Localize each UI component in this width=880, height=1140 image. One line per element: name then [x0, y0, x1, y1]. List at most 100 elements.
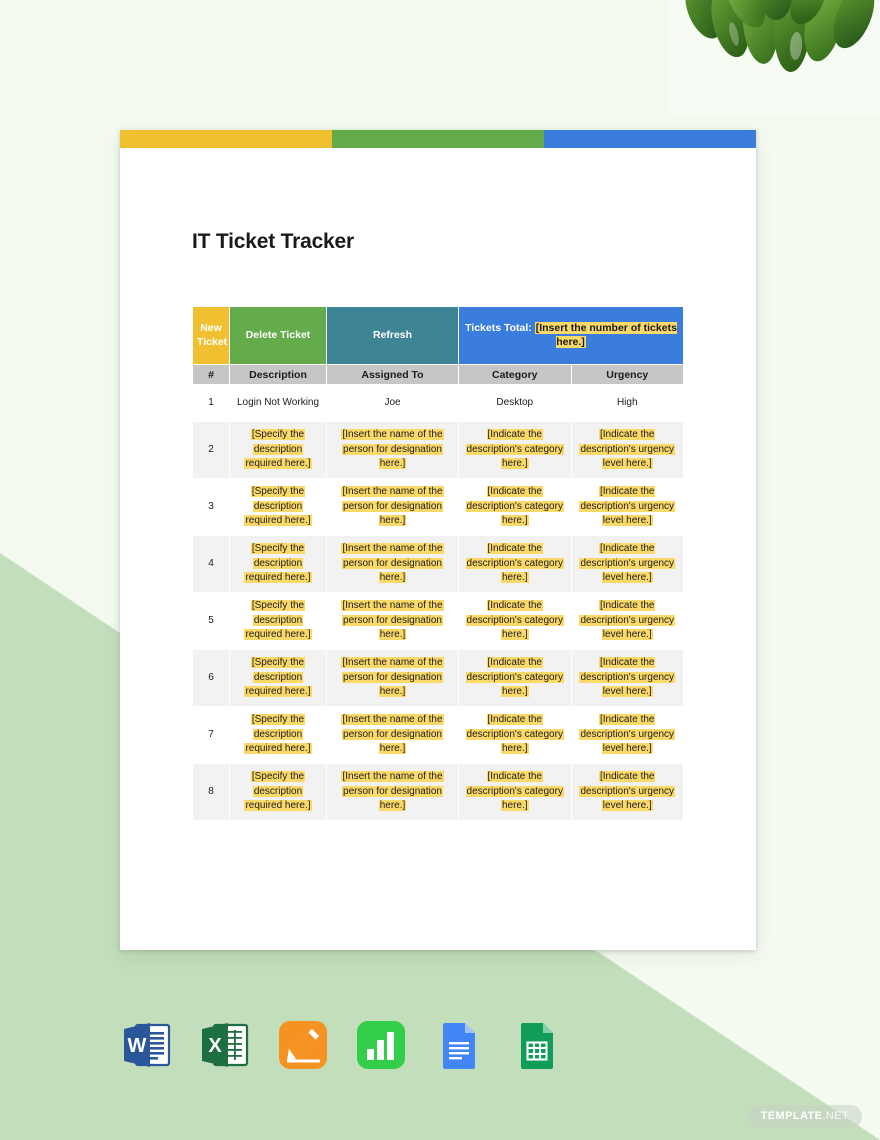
table-row[interactable]: 8 [Specify the description required here.…: [192, 763, 684, 821]
placeholder-text: [Insert the name of the person for desig…: [341, 600, 444, 641]
cell-urgency[interactable]: [Indicate the description's urgency leve…: [570, 649, 684, 707]
placeholder-text: [Specify the description required here.]: [244, 600, 312, 641]
cell-category[interactable]: [Indicate the description's category her…: [458, 592, 572, 650]
placeholder-text: [Indicate the description's urgency leve…: [579, 543, 676, 584]
placeholder-text: [Indicate the description's urgency leve…: [579, 429, 676, 470]
color-bar-yellow: [120, 130, 332, 148]
microsoft-word-icon[interactable]: W: [120, 1018, 174, 1072]
placeholder-text: [Insert the name of the person for desig…: [341, 429, 444, 470]
column-header-urgency: Urgency: [570, 364, 684, 385]
placeholder-text: [Indicate the description's category her…: [465, 657, 564, 698]
document-page: IT Ticket Tracker New Ticket Delete Tick…: [120, 130, 756, 950]
table-row[interactable]: 2 [Specify the description required here.…: [192, 421, 684, 479]
color-bar-green: [332, 130, 544, 148]
cell-category[interactable]: [Indicate the description's category her…: [458, 706, 572, 764]
placeholder-text: [Indicate the description's category her…: [465, 771, 564, 812]
cell-urgency[interactable]: [Indicate the description's urgency leve…: [570, 763, 684, 821]
cell-category[interactable]: [Indicate the description's category her…: [458, 478, 572, 536]
cell-urgency[interactable]: [Indicate the description's urgency leve…: [570, 706, 684, 764]
svg-text:W: W: [128, 1035, 147, 1057]
tickets-total-value[interactable]: [Insert the number of tickets here.]: [534, 322, 677, 348]
apple-pages-icon[interactable]: [276, 1018, 330, 1072]
svg-text:X: X: [208, 1035, 222, 1057]
column-header-description: Description: [229, 364, 327, 385]
watermark-brand: TEMPLATE: [760, 1110, 823, 1122]
placeholder-text: [Specify the description required here.]: [244, 543, 312, 584]
placeholder-text: [Indicate the description's urgency leve…: [579, 486, 676, 527]
cell-category[interactable]: [Indicate the description's category her…: [458, 421, 572, 479]
cell-assigned-to[interactable]: [Insert the name of the person for desig…: [326, 592, 459, 650]
cell-assigned-to[interactable]: [Insert the name of the person for desig…: [326, 763, 459, 821]
table-row[interactable]: 5 [Specify the description required here.…: [192, 592, 684, 650]
cell-assigned-to[interactable]: Joe: [326, 384, 459, 422]
cell-assigned-to[interactable]: [Insert the name of the person for desig…: [326, 535, 459, 593]
placeholder-text: [Insert the name of the person for desig…: [341, 486, 444, 527]
table-row[interactable]: 6 [Specify the description required here.…: [192, 649, 684, 707]
placeholder-text: [Specify the description required here.]: [244, 429, 312, 470]
cell-description[interactable]: [Specify the description required here.]: [229, 478, 327, 536]
cell-category[interactable]: Desktop: [458, 384, 572, 422]
placeholder-text: [Insert the name of the person for desig…: [341, 714, 444, 755]
cell-ticket-number[interactable]: 8: [192, 763, 230, 821]
cell-description[interactable]: [Specify the description required here.]: [229, 535, 327, 593]
cell-assigned-to[interactable]: [Insert the name of the person for desig…: [326, 421, 459, 479]
watermark-tld: .NET: [822, 1110, 849, 1122]
ticket-tracker-table: New Ticket Delete Ticket Refresh Tickets…: [192, 306, 684, 821]
column-header-assigned-to: Assigned To: [326, 364, 459, 385]
cell-category[interactable]: [Indicate the description's category her…: [458, 535, 572, 593]
placeholder-text: [Indicate the description's category her…: [465, 543, 564, 584]
cell-description[interactable]: [Specify the description required here.]: [229, 706, 327, 764]
color-bar-blue: [544, 130, 756, 148]
cell-category[interactable]: [Indicate the description's category her…: [458, 649, 572, 707]
action-toolbar-row: New Ticket Delete Ticket Refresh Tickets…: [192, 306, 684, 365]
placeholder-text: [Indicate the description's category her…: [465, 429, 564, 470]
table-row[interactable]: 1 Login Not Working Joe Desktop High: [192, 384, 684, 422]
placeholder-text: [Specify the description required here.]: [244, 486, 312, 527]
cell-description[interactable]: [Specify the description required here.]: [229, 421, 327, 479]
cell-description[interactable]: [Specify the description required here.]: [229, 763, 327, 821]
cell-assigned-to[interactable]: [Insert the name of the person for desig…: [326, 649, 459, 707]
new-ticket-button[interactable]: New Ticket: [192, 306, 230, 365]
cell-ticket-number[interactable]: 7: [192, 706, 230, 764]
placeholder-text: [Indicate the description's urgency leve…: [579, 600, 676, 641]
cell-ticket-number[interactable]: 1: [192, 384, 230, 422]
placeholder-text: [Indicate the description's category her…: [465, 600, 564, 641]
cell-urgency[interactable]: [Indicate the description's urgency leve…: [570, 421, 684, 479]
cell-urgency[interactable]: [Indicate the description's urgency leve…: [570, 592, 684, 650]
google-sheets-icon[interactable]: [510, 1018, 564, 1072]
cell-ticket-number[interactable]: 5: [192, 592, 230, 650]
cell-ticket-number[interactable]: 4: [192, 535, 230, 593]
placeholder-text: [Indicate the description's category her…: [465, 714, 564, 755]
google-docs-icon[interactable]: [432, 1018, 486, 1072]
cell-category[interactable]: [Indicate the description's category her…: [458, 763, 572, 821]
column-header-category: Category: [458, 364, 572, 385]
cell-urgency[interactable]: [Indicate the description's urgency leve…: [570, 478, 684, 536]
refresh-button[interactable]: Refresh: [326, 306, 459, 365]
placeholder-text: [Insert the name of the person for desig…: [341, 657, 444, 698]
cell-urgency[interactable]: High: [570, 384, 684, 422]
cell-urgency[interactable]: [Indicate the description's urgency leve…: [570, 535, 684, 593]
column-header-number: #: [192, 364, 230, 385]
cell-description[interactable]: [Specify the description required here.]: [229, 592, 327, 650]
cell-ticket-number[interactable]: 2: [192, 421, 230, 479]
apple-numbers-icon[interactable]: [354, 1018, 408, 1072]
placeholder-text: [Specify the description required here.]: [244, 771, 312, 812]
cell-description[interactable]: Login Not Working: [229, 384, 327, 422]
tickets-total-label: Tickets Total:: [465, 322, 532, 335]
page-title: IT Ticket Tracker: [192, 230, 354, 253]
cell-assigned-to[interactable]: [Insert the name of the person for desig…: [326, 478, 459, 536]
placeholder-text: [Specify the description required here.]: [244, 657, 312, 698]
cell-ticket-number[interactable]: 3: [192, 478, 230, 536]
delete-ticket-button[interactable]: Delete Ticket: [229, 306, 327, 365]
placeholder-text: [Indicate the description's urgency leve…: [579, 771, 676, 812]
cell-ticket-number[interactable]: 6: [192, 649, 230, 707]
placeholder-text: [Indicate the description's category her…: [465, 486, 564, 527]
cell-assigned-to[interactable]: [Insert the name of the person for desig…: [326, 706, 459, 764]
table-row[interactable]: 3 [Specify the description required here.…: [192, 478, 684, 536]
placeholder-text: [Insert the name of the person for desig…: [341, 771, 444, 812]
microsoft-excel-icon[interactable]: X: [198, 1018, 252, 1072]
table-row[interactable]: 4 [Specify the description required here.…: [192, 535, 684, 593]
header-color-bars: [120, 130, 756, 148]
table-row[interactable]: 7 [Specify the description required here.…: [192, 706, 684, 764]
cell-description[interactable]: [Specify the description required here.]: [229, 649, 327, 707]
